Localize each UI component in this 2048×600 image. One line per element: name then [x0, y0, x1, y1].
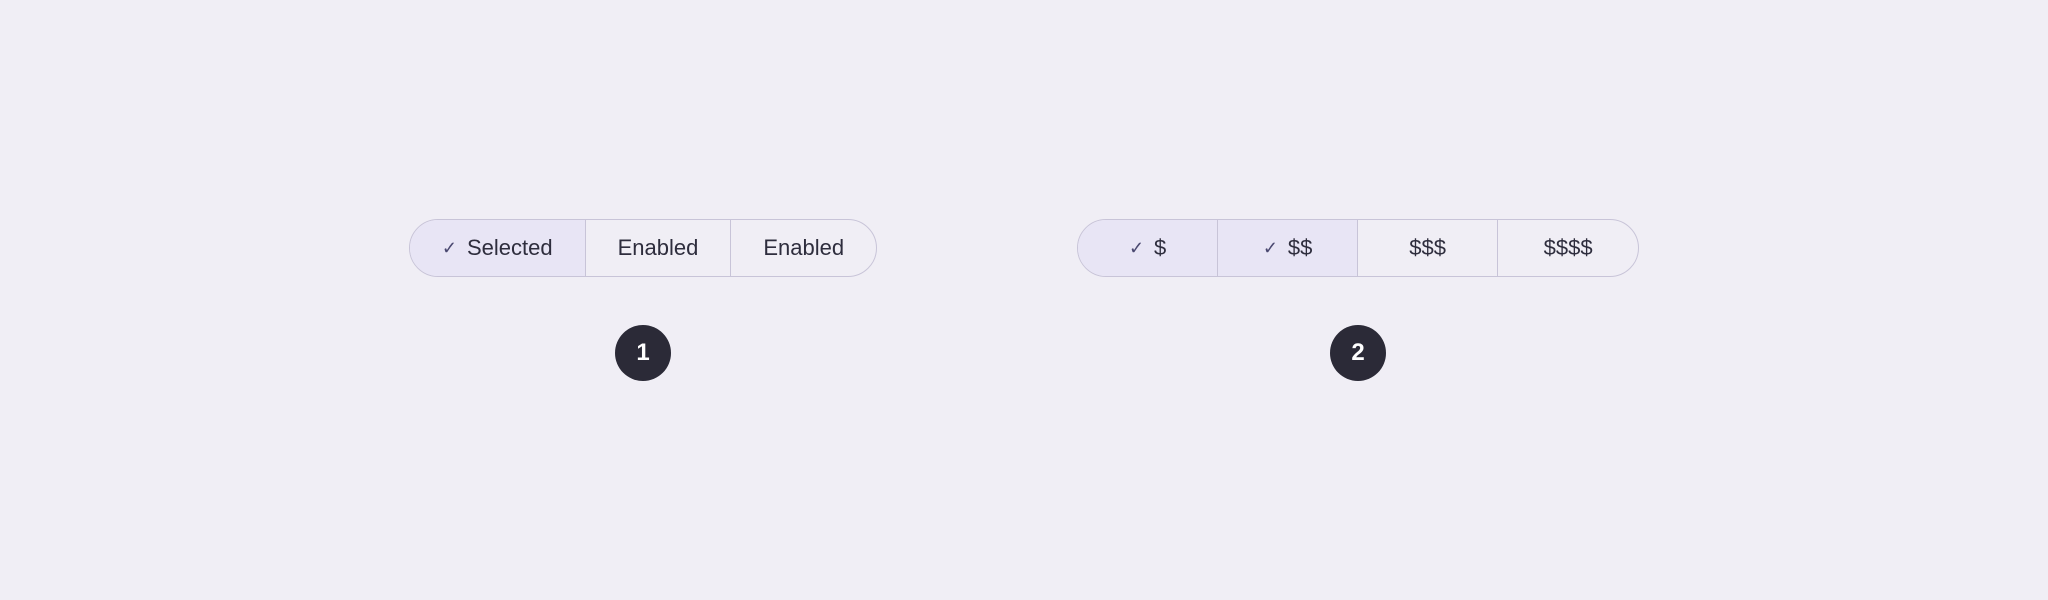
- check-icon-3: ✓: [1263, 238, 1278, 259]
- segmented-control-2[interactable]: ✓ $ ✓ $$ $$$ $$$$: [1077, 219, 1639, 277]
- segment-dollar-1[interactable]: ✓ $: [1078, 220, 1218, 276]
- segment-selected[interactable]: ✓ Selected: [410, 220, 586, 276]
- segment-label-1: Selected: [467, 235, 553, 261]
- segment-label-dollar-3: $$$: [1409, 235, 1446, 261]
- segment-enabled-1[interactable]: Enabled: [586, 220, 732, 276]
- segment-label-dollar-4: $$$$: [1544, 235, 1593, 261]
- segment-dollar-4[interactable]: $$$$: [1498, 220, 1638, 276]
- check-icon-1: ✓: [442, 238, 457, 259]
- segment-label-3: Enabled: [763, 235, 844, 261]
- segment-label-dollar-1: $: [1154, 235, 1166, 261]
- segmented-control-1[interactable]: ✓ Selected Enabled Enabled: [409, 219, 877, 277]
- segment-dollar-3[interactable]: $$$: [1358, 220, 1498, 276]
- demo-group-1: ✓ Selected Enabled Enabled 1: [409, 219, 877, 381]
- segment-dollar-2[interactable]: ✓ $$: [1218, 220, 1358, 276]
- segment-label-dollar-2: $$: [1288, 235, 1312, 261]
- badge-1: 1: [615, 325, 671, 381]
- segment-enabled-2[interactable]: Enabled: [731, 220, 876, 276]
- check-icon-2: ✓: [1129, 238, 1144, 259]
- badge-2: 2: [1330, 325, 1386, 381]
- demo-group-2: ✓ $ ✓ $$ $$$ $$$$ 2: [1077, 219, 1639, 381]
- segment-label-2: Enabled: [618, 235, 699, 261]
